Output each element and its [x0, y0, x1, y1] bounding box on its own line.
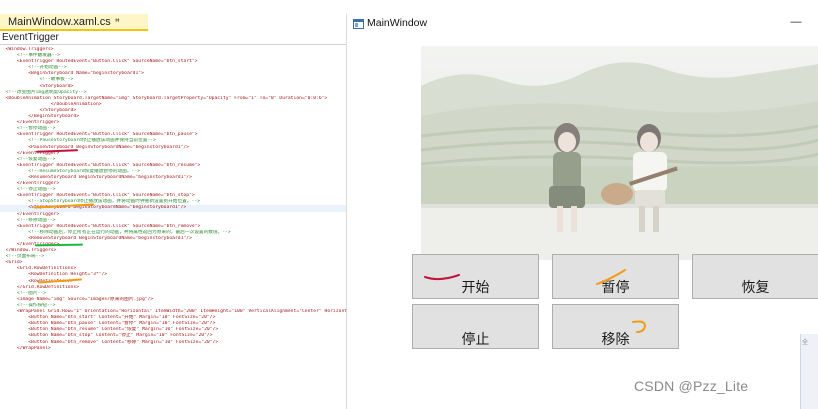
photo-image: [421, 46, 818, 260]
minimize-button[interactable]: —: [790, 17, 802, 29]
start-button-label: 开始: [461, 279, 490, 296]
code-line: <DoubleAnimation Storyboard.TargetName="…: [0, 95, 328, 101]
remove-button-label: 移除: [601, 331, 630, 348]
start-button[interactable]: 开始: [412, 254, 539, 299]
stop-button-label: 停止: [461, 331, 490, 348]
window-title: MainWindow: [367, 17, 428, 29]
code-line: </WrapPanel>: [0, 345, 51, 351]
code-editor-pane: MainWindow.xaml.cs ꟸ EventTrigger <Window…: [0, 0, 346, 409]
resume-button-label: 恢复: [741, 279, 770, 296]
remove-button[interactable]: 移除: [552, 304, 679, 349]
pause-button-label: 暂停: [601, 279, 630, 296]
background-window-label: 全: [802, 339, 809, 346]
code-area[interactable]: <Window.Triggers> <!--事件触发器--> <EventTri…: [0, 47, 346, 352]
stop-button[interactable]: 停止: [412, 304, 539, 349]
title-bar[interactable]: MainWindow —: [347, 14, 818, 34]
file-tab[interactable]: MainWindow.xaml.cs ꟸ: [0, 14, 148, 31]
pin-icon[interactable]: ꟸ: [115, 17, 120, 27]
app-window-icon: [353, 19, 364, 29]
csdn-watermark: CSDN @Pzz_Lite: [634, 378, 749, 394]
navigation-bar[interactable]: EventTrigger: [0, 32, 346, 45]
resume-button[interactable]: 恢复: [692, 254, 818, 299]
file-tab-label: MainWindow.xaml.cs: [8, 16, 111, 28]
pause-button[interactable]: 暂停: [552, 254, 679, 299]
main-window: MainWindow — 开始 暂停 恢复 停止 移除: [346, 14, 818, 409]
